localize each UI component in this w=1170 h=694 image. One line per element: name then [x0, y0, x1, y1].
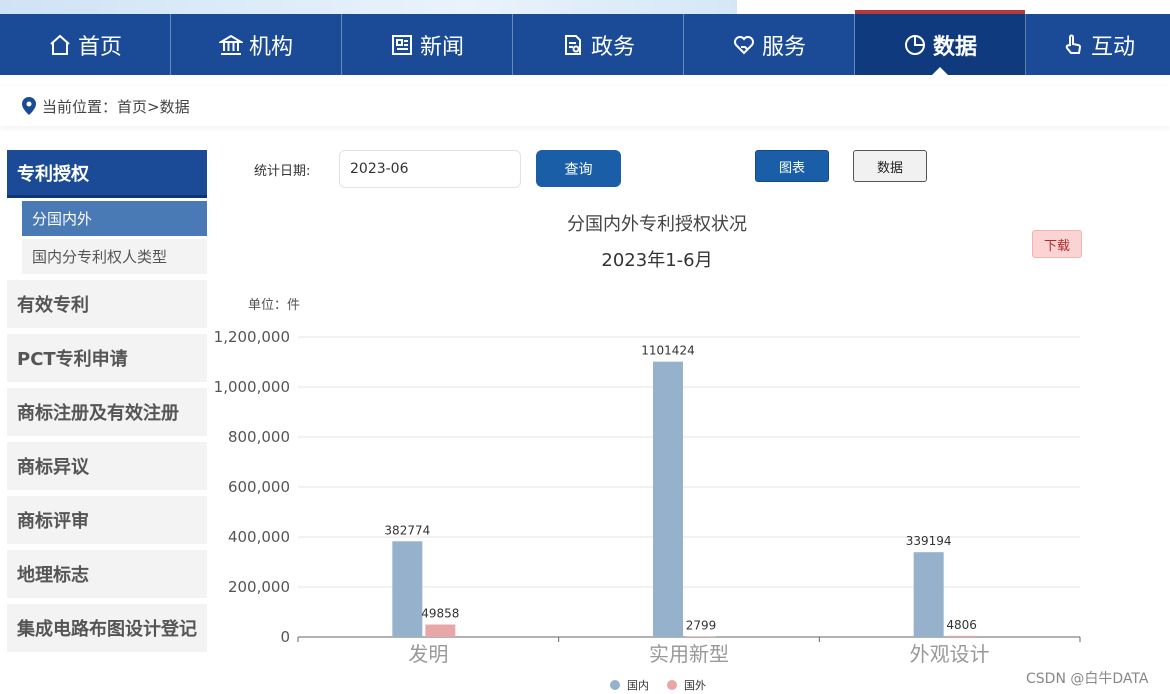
main-nav: 首页 机构 新闻 政务 服务 数据 互动: [0, 10, 1170, 75]
sidebar-item[interactable]: 有效专利: [7, 280, 207, 328]
bar: [392, 541, 423, 637]
query-button[interactable]: 查询: [536, 150, 621, 187]
bar: [946, 635, 977, 637]
nav-interaction[interactable]: 互动: [1026, 14, 1170, 75]
nav-label: 服务: [761, 34, 806, 60]
chart-subtitle: 2023年1-6月: [601, 250, 713, 271]
nav-label: 数据: [932, 34, 977, 60]
institution-icon: [218, 33, 243, 57]
download-button[interactable]: 下载: [1032, 230, 1082, 258]
chart-title: 分国内外专利授权状况: [567, 214, 747, 235]
document-icon: [561, 33, 585, 57]
y-tick-label: 1,200,000: [214, 328, 290, 346]
sidebar: 专利授权 分国内外 国内分专利权人类型 有效专利 PCT专利申请 商标注册及有效…: [7, 150, 207, 652]
x-tick-label: 实用新型: [649, 642, 729, 666]
sidebar-sub-domestic-type[interactable]: 国内分专利权人类型: [22, 239, 207, 274]
breadcrumb: 当前位置：首页>数据: [0, 86, 1170, 126]
data-label: 382774: [384, 523, 430, 537]
nav-institution[interactable]: 机构: [171, 14, 342, 75]
y-tick-label: 400,000: [228, 528, 290, 546]
bar: [686, 636, 716, 637]
pointer-hand-icon: [1061, 33, 1085, 57]
heart-hand-icon: [732, 33, 756, 57]
y-tick-label: 600,000: [228, 478, 290, 496]
news-icon: [390, 33, 414, 57]
nav-label: 互动: [1090, 34, 1135, 60]
sidebar-sub-domestic-foreign[interactable]: 分国内外: [22, 201, 207, 236]
x-tick-label: 发明: [408, 642, 448, 666]
date-label: 统计日期:: [254, 164, 311, 179]
y-tick-label: 0: [280, 628, 290, 646]
data-label: 2799: [686, 618, 717, 632]
sidebar-item[interactable]: 商标注册及有效注册: [7, 388, 207, 436]
sidebar-item[interactable]: PCT专利申请: [7, 334, 207, 382]
data-label: 4806: [946, 618, 977, 632]
nav-label: 机构: [248, 34, 293, 60]
home-icon: [48, 33, 72, 57]
chart-view-button[interactable]: 图表: [755, 150, 829, 182]
legend-swatch: [667, 680, 677, 690]
sidebar-item[interactable]: 商标评审: [7, 496, 207, 544]
bar-chart: 0 200,000 400,000 600,000 800,000 1,000,000 1,…: [214, 328, 1081, 692]
nav-label: 首页: [77, 34, 122, 60]
nav-data[interactable]: 数据: [855, 10, 1026, 75]
legend-label: 国内: [627, 678, 649, 692]
unit-label: 单位：件: [248, 298, 301, 313]
legend-label: 国外: [684, 679, 706, 692]
bar: [913, 552, 944, 637]
y-tick-label: 200,000: [228, 578, 290, 596]
nav-label: 政务: [590, 34, 635, 60]
data-label: 49858: [421, 607, 459, 621]
x-tick-label: 外观设计: [910, 642, 990, 666]
data-label: 1101424: [641, 344, 694, 358]
data-label: 339194: [906, 534, 952, 548]
date-input[interactable]: [339, 150, 521, 188]
bar: [425, 624, 456, 637]
nav-service[interactable]: 服务: [684, 14, 855, 75]
y-tick-label: 1,000,000: [214, 378, 290, 396]
sidebar-item[interactable]: 商标异议: [7, 442, 207, 490]
watermark: CSDN @白牛DATA: [1026, 671, 1149, 687]
nav-news[interactable]: 新闻: [342, 14, 513, 75]
breadcrumb-text: 当前位置：首页>数据: [42, 97, 190, 116]
nav-label: 新闻: [419, 34, 464, 60]
location-pin-icon: [22, 97, 36, 115]
nav-affairs[interactable]: 政务: [513, 14, 684, 75]
legend-swatch: [610, 680, 620, 690]
data-view-button[interactable]: 数据: [853, 150, 927, 182]
sidebar-item[interactable]: 地理标志: [7, 550, 207, 598]
nav-home[interactable]: 首页: [0, 14, 171, 75]
sidebar-head[interactable]: 专利授权: [7, 150, 207, 198]
y-tick-label: 800,000: [228, 428, 290, 446]
pie-chart-icon: [903, 33, 927, 57]
bar: [653, 361, 683, 637]
sidebar-item[interactable]: 集成电路布图设计登记: [7, 604, 207, 652]
